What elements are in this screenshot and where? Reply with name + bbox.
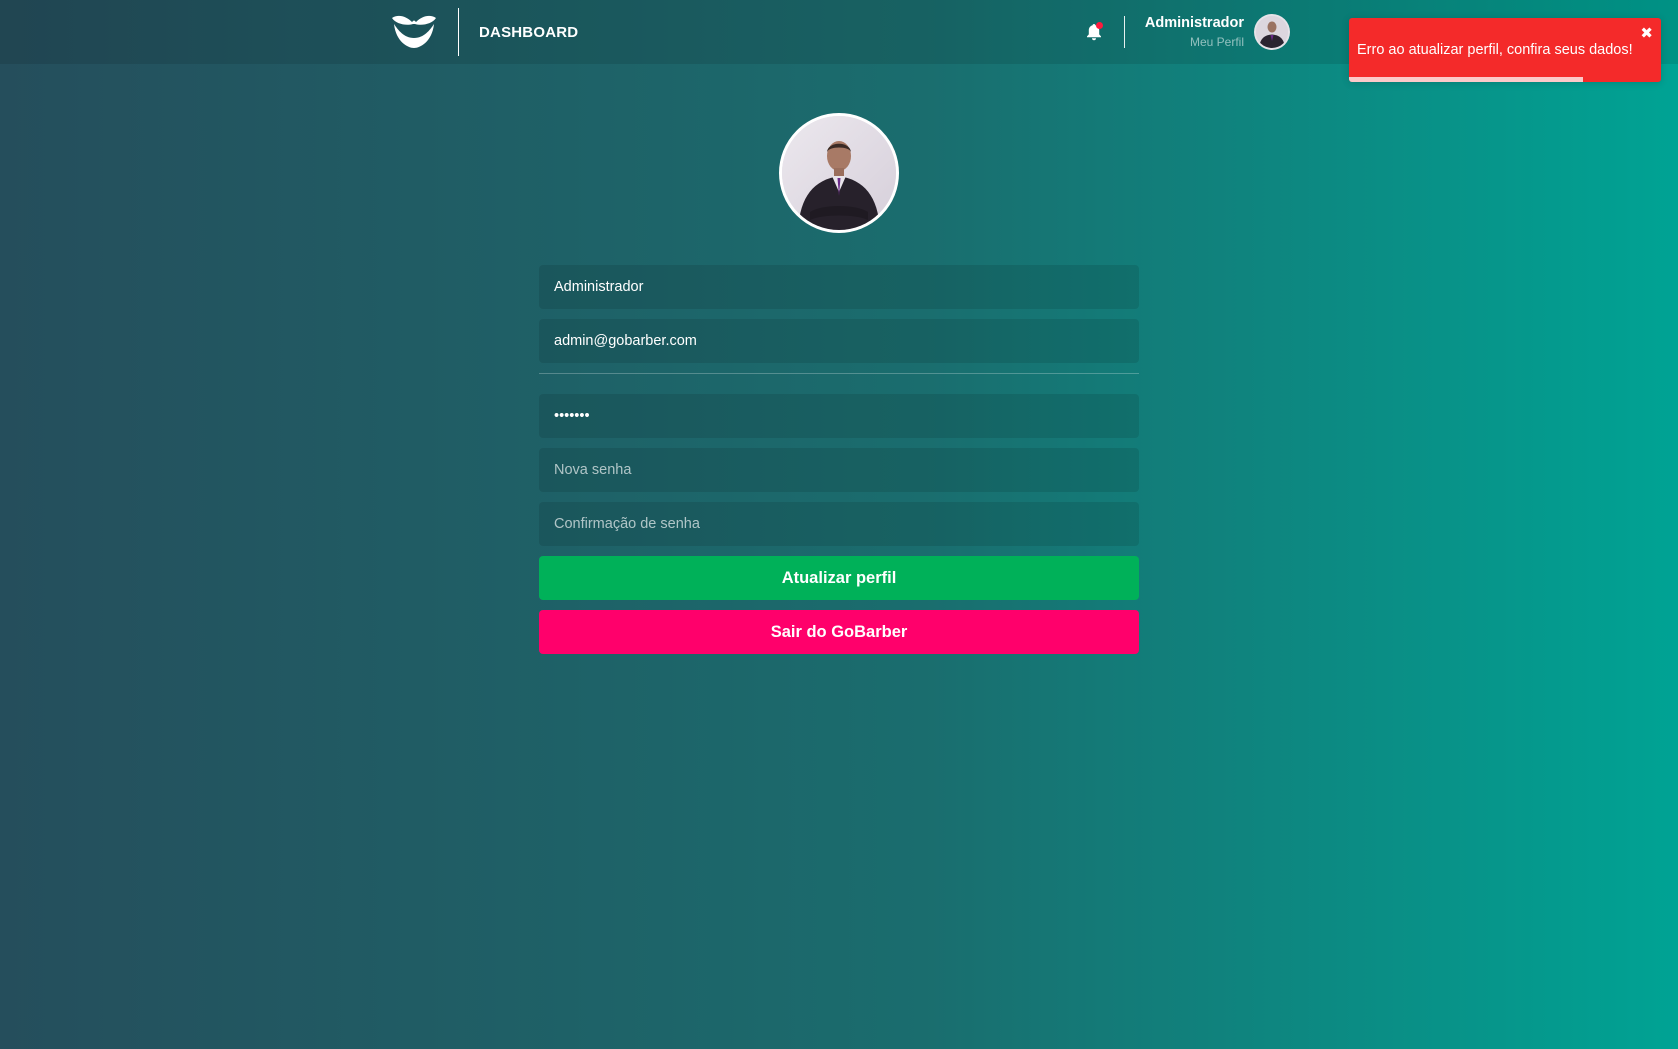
nav-left: DASHBOARD bbox=[388, 8, 578, 56]
avatar[interactable] bbox=[1254, 14, 1290, 50]
profile-avatar[interactable] bbox=[779, 113, 899, 233]
toast-progress-bar bbox=[1349, 77, 1583, 82]
confirm-password-field[interactable] bbox=[539, 502, 1139, 546]
profile-page: Atualizar perfil Sair do GoBarber bbox=[539, 113, 1139, 664]
nav-divider bbox=[458, 8, 459, 56]
my-profile-link[interactable]: Meu Perfil bbox=[1145, 35, 1244, 49]
profile-name: Administrador bbox=[1144, 15, 1244, 32]
nav-divider bbox=[1123, 16, 1125, 48]
error-toast: Erro ao atualizar perfil, confira seus d… bbox=[1349, 18, 1661, 82]
email-field[interactable] bbox=[539, 319, 1139, 363]
toast-message: Erro ao atualizar perfil, confira seus d… bbox=[1357, 42, 1633, 58]
mustache-icon[interactable] bbox=[388, 12, 440, 52]
new-password-field[interactable] bbox=[539, 448, 1139, 492]
notifications-button[interactable] bbox=[1084, 22, 1104, 42]
profile-info: Administrador Meu Perfil bbox=[1145, 15, 1244, 49]
profile-form: Atualizar perfil bbox=[539, 265, 1139, 600]
close-icon[interactable]: ✖ bbox=[1640, 24, 1653, 42]
notification-badge bbox=[1095, 22, 1103, 29]
update-profile-button[interactable]: Atualizar perfil bbox=[539, 556, 1139, 600]
dashboard-link[interactable]: DASHBOARD bbox=[479, 24, 578, 41]
logout-button[interactable]: Sair do GoBarber bbox=[539, 610, 1139, 654]
nav-right: Administrador Meu Perfil bbox=[1084, 8, 1290, 56]
old-password-field[interactable] bbox=[539, 394, 1139, 438]
form-divider bbox=[539, 373, 1139, 374]
name-field[interactable] bbox=[539, 265, 1139, 309]
